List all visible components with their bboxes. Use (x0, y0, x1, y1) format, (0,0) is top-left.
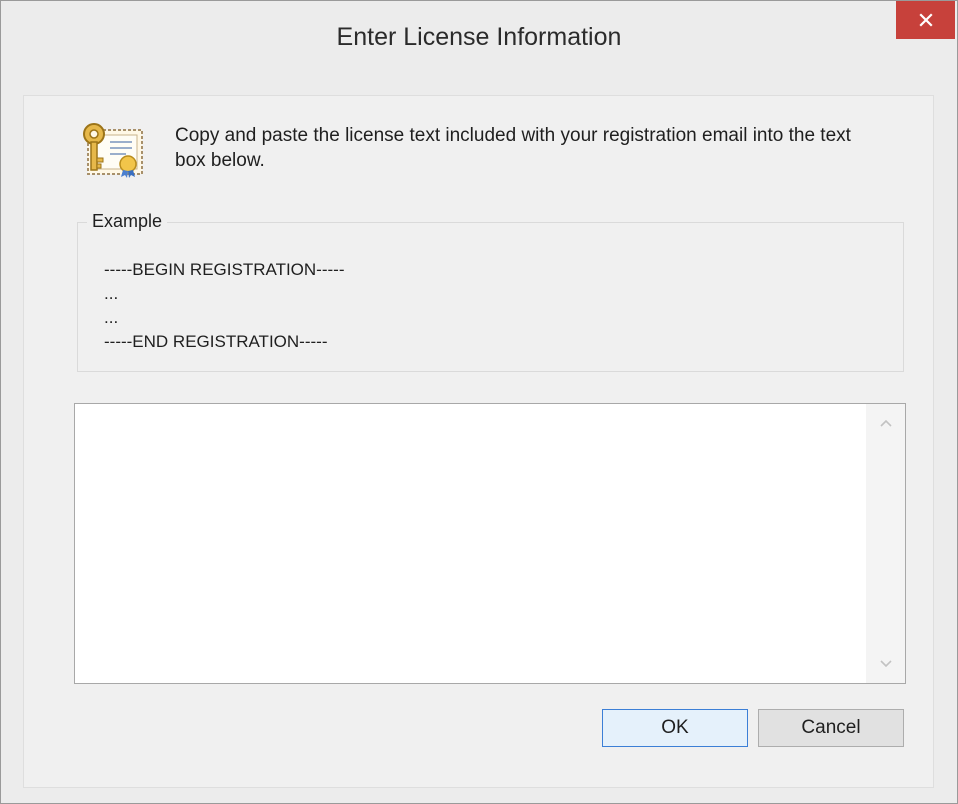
license-text-box[interactable] (74, 403, 906, 684)
cancel-button[interactable]: Cancel (758, 709, 904, 747)
ok-button[interactable]: OK (602, 709, 748, 747)
example-legend: Example (87, 211, 168, 232)
certificate-icon (83, 123, 143, 178)
example-line-ellipsis: ... (104, 284, 119, 303)
scroll-down-button[interactable] (866, 645, 905, 683)
close-icon (918, 13, 933, 27)
license-text-input[interactable] (75, 404, 866, 683)
example-line-ellipsis: ... (104, 308, 119, 327)
dialog-title: Enter License Information (336, 23, 622, 51)
chevron-up-icon (879, 419, 892, 427)
example-line-end: -----END REGISTRATION----- (104, 332, 328, 351)
example-lines: -----BEGIN REGISTRATION----- ... ... ---… (104, 258, 344, 354)
close-button[interactable] (896, 1, 955, 39)
title-bar[interactable]: Enter License Information (1, 1, 957, 85)
vertical-scrollbar[interactable] (866, 404, 905, 683)
instruction-text: Copy and paste the license text included… (175, 125, 851, 171)
chevron-down-icon (879, 660, 892, 668)
license-dialog: Enter License Information Copy and paste… (0, 0, 958, 804)
scroll-up-button[interactable] (866, 404, 905, 442)
example-line-begin: -----BEGIN REGISTRATION----- (104, 260, 345, 279)
